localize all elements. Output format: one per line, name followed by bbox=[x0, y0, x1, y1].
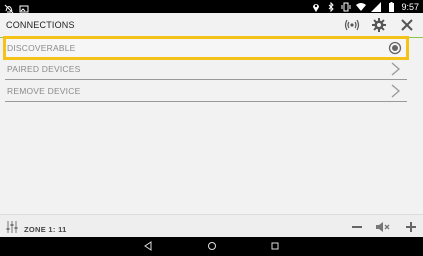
bluetooth-icon bbox=[326, 1, 336, 12]
recents-icon[interactable] bbox=[269, 240, 281, 252]
header-bar: CONNECTIONS bbox=[0, 13, 423, 38]
battery-icon bbox=[386, 1, 396, 12]
zone-footer: ZONE 1: 11 bbox=[0, 214, 423, 238]
menu-item-discoverable[interactable]: DISCOVERABLE bbox=[3, 36, 409, 60]
back-icon[interactable] bbox=[142, 240, 154, 252]
notification-off-icon bbox=[4, 1, 14, 14]
menu-item-label: PAIRED DEVICES bbox=[7, 64, 81, 74]
mute-icon[interactable] bbox=[375, 219, 390, 234]
signal-icon bbox=[371, 1, 382, 12]
menu-item-paired-devices[interactable]: PAIRED DEVICES bbox=[5, 59, 407, 80]
menu-item-label: REMOVE DEVICE bbox=[7, 86, 81, 96]
equalizer-icon[interactable] bbox=[6, 220, 18, 238]
home-icon[interactable] bbox=[206, 240, 218, 252]
status-bar: 9:57 bbox=[0, 0, 423, 14]
page-title: CONNECTIONS bbox=[6, 20, 75, 30]
wifi-icon bbox=[356, 2, 367, 12]
gear-icon[interactable] bbox=[371, 17, 387, 33]
broadcast-icon[interactable] bbox=[344, 17, 360, 33]
chevron-right-icon bbox=[388, 62, 402, 76]
vibrate-icon bbox=[341, 2, 351, 12]
close-icon[interactable] bbox=[399, 17, 415, 33]
chevron-right-icon bbox=[388, 84, 402, 98]
menu-item-remove-device[interactable]: REMOVE DEVICE bbox=[5, 81, 407, 102]
minus-icon[interactable] bbox=[349, 219, 364, 234]
radio-selected-icon[interactable] bbox=[388, 41, 402, 55]
navigation-bar bbox=[0, 237, 423, 256]
menu-item-label: DISCOVERABLE bbox=[7, 43, 76, 53]
location-icon bbox=[311, 2, 321, 12]
status-time: 9:57 bbox=[401, 1, 419, 12]
zone-label: ZONE 1: 11 bbox=[24, 224, 67, 234]
connections-menu: DISCOVERABLE PAIRED DEVICES REMOVE DEVIC… bbox=[3, 36, 409, 103]
image-icon bbox=[19, 1, 29, 13]
plus-icon[interactable] bbox=[403, 219, 418, 234]
